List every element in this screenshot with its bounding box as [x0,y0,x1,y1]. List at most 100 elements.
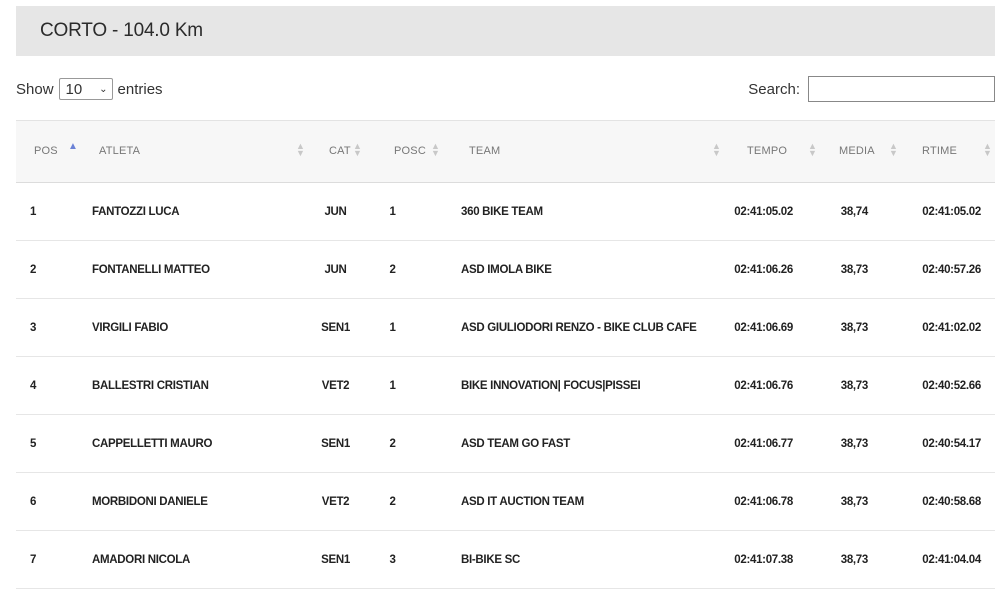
column-header-label: POS [34,145,58,157]
entries-label: entries [117,80,163,98]
cell-cat: SEN1 [308,530,373,589]
cell-atleta: VIRGILI FABIO [78,298,308,357]
entries-select[interactable]: 10 ⌄ [58,78,113,100]
cell-atleta: AMADORI NICOLA [78,530,308,589]
show-label: Show [16,80,54,98]
cell-rtime: 02:40:52.66 [900,356,995,415]
sort-icon: ▲ ▼ [296,141,306,158]
cell-posc: 1 [373,356,448,415]
column-header-label: TEAM [469,145,501,157]
cell-team: ASD IT AUCTION TEAM [448,472,725,531]
cell-tempo: 02:41:06.69 [725,298,817,357]
sort-icon: ▲ ▼ [889,141,899,158]
cell-cat: VET2 [308,356,373,415]
results-table: POS ▲ ATLETA ▲ ▼ CAT ▲ ▼ POSC ▲ ▼ TEAM ▲ ▼ T… [16,120,995,589]
cell-team: BIKE INNOVATION| FOCUS|PISSEI [448,356,725,415]
results-table-body: 1 FANTOZZI LUCA JUN 1 360 BIKE TEAM 02:4… [16,182,995,589]
cell-atleta: FONTANELLI MATTEO [78,240,308,299]
cell-cat: SEN1 [308,414,373,473]
cell-media: 38,73 [817,530,900,589]
cell-rtime: 02:40:57.26 [900,240,995,299]
column-header-label: ATLETA [99,145,141,157]
column-header-pos[interactable]: POS ▲ [16,120,78,183]
results-table-header: POS ▲ ATLETA ▲ ▼ CAT ▲ ▼ POSC ▲ ▼ TEAM ▲ ▼ T… [16,120,995,183]
column-header-media[interactable]: MEDIA ▲ ▼ [817,120,900,183]
table-controls: Show 10 ⌄ entries Search: [16,76,995,104]
cell-atleta: BALLESTRI CRISTIAN [78,356,308,415]
search-control: Search: [748,76,995,102]
search-input[interactable] [808,76,995,102]
column-header-tempo[interactable]: TEMPO ▲ ▼ [725,120,818,183]
column-header-label: RTIME [922,145,958,157]
sort-icon: ▲ ▼ [712,141,722,158]
cell-media: 38,73 [817,240,900,299]
cell-media: 38,73 [817,356,900,415]
cell-tempo: 02:41:07.38 [725,530,817,589]
column-header-atleta[interactable]: ATLETA ▲ ▼ [78,120,308,183]
cell-rtime: 02:41:05.02 [900,182,995,241]
cell-posc: 2 [373,240,448,299]
cell-atleta: FANTOZZI LUCA [78,182,308,241]
cell-cat: JUN [308,240,373,299]
table-row: 6 MORBIDONI DANIELE VET2 2 ASD IT AUCTIO… [16,472,995,531]
cell-atleta: CAPPELLETTI MAURO [78,414,308,473]
column-header-cat[interactable]: CAT ▲ ▼ [308,120,373,183]
column-header-label: MEDIA [839,145,875,157]
cell-posc: 2 [373,414,448,473]
cell-rtime: 02:41:02.02 [900,298,995,357]
cell-cat: SEN1 [308,298,373,357]
column-header-label: TEMPO [747,145,788,157]
sort-icon: ▲ ▼ [983,141,993,158]
race-title: CORTO - 104.0 Km [40,20,203,41]
cell-media: 38,73 [817,298,900,357]
table-row: 5 CAPPELLETTI MAURO SEN1 2 ASD TEAM GO F… [16,414,995,473]
table-row: 7 AMADORI NICOLA SEN1 3 BI-BIKE SC 02:41… [16,530,995,589]
cell-tempo: 02:41:06.76 [725,356,817,415]
table-row: 3 VIRGILI FABIO SEN1 1 ASD GIULIODORI RE… [16,298,995,357]
cell-media: 38,74 [817,182,900,241]
cell-tempo: 02:41:06.26 [725,240,817,299]
sort-icon: ▲ ▼ [353,141,363,158]
cell-media: 38,73 [817,414,900,473]
sort-icon: ▲ ▼ [808,141,818,158]
table-row: 4 BALLESTRI CRISTIAN VET2 1 BIKE INNOVAT… [16,356,995,415]
cell-posc: 1 [373,298,448,357]
cell-posc: 1 [373,182,448,241]
cell-pos: 6 [16,472,78,531]
cell-pos: 2 [16,240,78,299]
cell-cat: VET2 [308,472,373,531]
cell-team: ASD IMOLA BIKE [448,240,725,299]
cell-rtime: 02:40:58.68 [900,472,995,531]
sort-icon: ▲ ▼ [431,141,441,158]
cell-pos: 1 [16,182,78,241]
cell-team: ASD TEAM GO FAST [448,414,725,473]
search-label: Search: [748,80,800,98]
cell-atleta: MORBIDONI DANIELE [78,472,308,531]
column-header-team[interactable]: TEAM ▲ ▼ [448,120,725,183]
column-header-label: CAT [329,145,351,157]
cell-team: BI-BIKE SC [448,530,725,589]
cell-media: 38,73 [817,472,900,531]
cell-rtime: 02:40:54.17 [900,414,995,473]
column-header-rtime[interactable]: RTIME ▲ ▼ [900,120,995,183]
cell-pos: 4 [16,356,78,415]
cell-tempo: 02:41:06.77 [725,414,817,473]
cell-tempo: 02:41:06.78 [725,472,817,531]
cell-pos: 7 [16,530,78,589]
chevron-down-icon: ⌄ [99,83,108,95]
cell-posc: 2 [373,472,448,531]
cell-team: ASD GIULIODORI RENZO - BIKE CLUB CAFE [448,298,725,357]
table-row: 1 FANTOZZI LUCA JUN 1 360 BIKE TEAM 02:4… [16,182,995,241]
cell-cat: JUN [308,182,373,241]
header-row: POS ▲ ATLETA ▲ ▼ CAT ▲ ▼ POSC ▲ ▼ TEAM ▲ ▼ T… [16,120,995,183]
column-header-posc[interactable]: POSC ▲ ▼ [373,120,448,183]
cell-tempo: 02:41:05.02 [725,182,817,241]
cell-rtime: 02:41:04.04 [900,530,995,589]
cell-posc: 3 [373,530,448,589]
column-header-label: POSC [394,145,426,157]
table-row: 2 FONTANELLI MATTEO JUN 2 ASD IMOLA BIKE… [16,240,995,299]
entries-select-value: 10 [65,80,83,98]
cell-pos: 5 [16,414,78,473]
entries-length-control: Show 10 ⌄ entries [16,78,163,100]
cell-team: 360 BIKE TEAM [448,182,725,241]
